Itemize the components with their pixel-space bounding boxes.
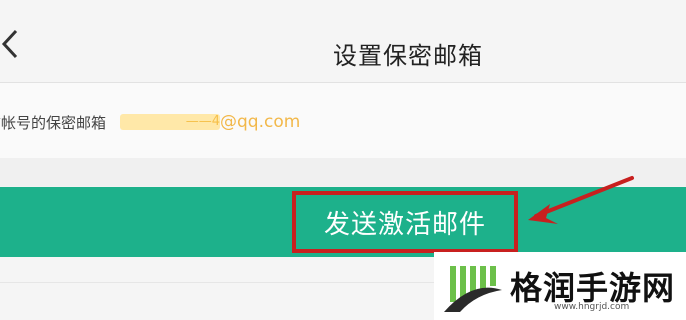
email-domain: @qq.com	[220, 112, 301, 132]
annotation-arrow-icon	[528, 176, 634, 224]
watermark-url: www.hngrjd.com	[554, 302, 630, 312]
email-info-section: 前帐号的保密邮箱 ——4 @qq.com	[0, 83, 686, 158]
page-title: 设置保密邮箱	[333, 42, 483, 70]
send-button-label: 发送激活邮件	[323, 209, 486, 240]
watermark: 格润手游网 www.hngrjd.com	[434, 252, 686, 320]
current-email-row: 前帐号的保密邮箱 ——4 @qq.com	[0, 107, 300, 137]
send-activation-email-button[interactable]: 发送激活邮件	[292, 191, 518, 253]
masked-email: ——4	[120, 114, 221, 130]
header-bar: 设置保密邮箱	[0, 0, 686, 83]
leaf-logo-icon	[444, 266, 502, 312]
email-label: 前帐号的保密邮箱	[0, 113, 107, 132]
